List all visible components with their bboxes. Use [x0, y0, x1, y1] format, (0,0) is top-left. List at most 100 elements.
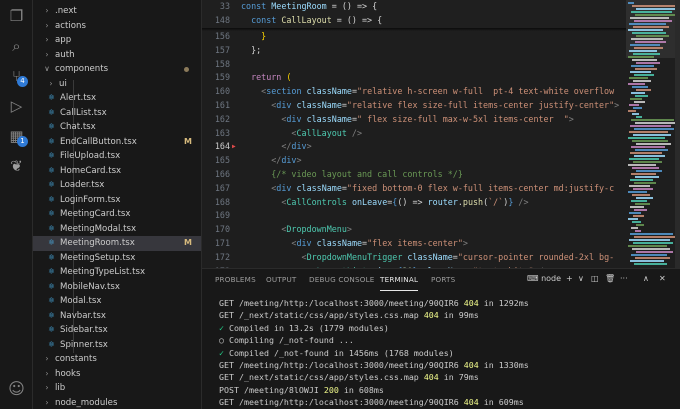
file-spinner[interactable]: ⚛ Spinner.tsx — [33, 338, 201, 353]
search-icon-glyph: ⌕ — [12, 36, 21, 55]
folder-auth[interactable]: › auth — [33, 48, 201, 63]
folder-components[interactable]: ∨ components — [33, 62, 201, 77]
folder-lib[interactable]: › lib — [33, 381, 201, 396]
minimap[interactable] — [626, 0, 680, 268]
source-control-icon[interactable]: ⑂ 4 — [5, 64, 28, 87]
code-token: > — [346, 224, 352, 235]
search-icon[interactable]: ⌕ — [5, 34, 28, 57]
tree-item-label: MeetingSetup.tsx — [60, 252, 136, 263]
tab-ports[interactable]: PORTS — [431, 269, 455, 291]
code-line[interactable]: 33 const MeetingRoom = () => { — [202, 0, 680, 14]
react-file-icon: ⚛ — [47, 238, 56, 247]
line-number: 161 — [214, 100, 230, 110]
file-meetingcard[interactable]: ⚛ MeetingCard.tsx — [33, 207, 201, 222]
file-alert[interactable]: ⚛ Alert.tsx — [33, 91, 201, 106]
code-line[interactable]: 163 <CallLayout /> — [202, 127, 680, 141]
code-line[interactable]: 162 <div className=" flex size-full max-… — [202, 113, 680, 127]
kill-terminal-button[interactable]: 🗑 — [605, 274, 615, 286]
file-navbar[interactable]: ⚛ Navbar.tsx — [33, 309, 201, 324]
code-line[interactable]: 164 </div> ▶ — [202, 140, 680, 154]
code-line[interactable]: 159 return ( — [202, 71, 680, 85]
code-line[interactable]: 169 — [202, 209, 680, 223]
minimap-line — [629, 131, 668, 133]
code-line[interactable]: 167 <div className="fixed bottom-0 flex … — [202, 182, 680, 196]
folder-actions[interactable]: › actions — [33, 19, 201, 34]
folder-hooks[interactable]: › hooks — [33, 367, 201, 382]
code-line[interactable]: 157 }; — [202, 44, 680, 58]
files-icon[interactable]: ❐ — [5, 4, 28, 27]
tree-item-label: Sidebar.tsx — [60, 325, 108, 335]
terminal-instance-select[interactable]: ⌨ node — [527, 274, 561, 286]
code-text: </div> — [241, 140, 311, 154]
file-mobilenav[interactable]: ⚛ MobileNav.tsx — [33, 280, 201, 295]
folder-constants[interactable]: › constants — [33, 352, 201, 367]
code-token: "relative flex size-full items-center ju… — [346, 100, 615, 110]
folder-app[interactable]: › app — [33, 33, 201, 48]
react-file-icon: ⚛ — [47, 194, 56, 204]
code-line[interactable]: 166 {/* video layout and call controls *… — [202, 168, 680, 182]
code-line[interactable]: 165 </div> — [202, 154, 680, 168]
file-loader[interactable]: ⚛ Loader.tsx — [33, 178, 201, 193]
file-meetingroom[interactable]: ⚛ MeetingRoom.tsx M — [33, 236, 201, 251]
account-icon[interactable]: ☺ — [5, 377, 28, 400]
minimap-line — [630, 71, 651, 73]
file-endcallbutton[interactable]: ⚛ EndCallButton.tsx M — [33, 135, 201, 150]
file-modal[interactable]: ⚛ Modal.tsx — [33, 294, 201, 309]
file-chat[interactable]: ⚛ Chat.tsx — [33, 120, 201, 135]
code-token: < — [241, 224, 287, 235]
close-panel-button[interactable]: ✕ — [659, 274, 666, 286]
line-number: 167 — [214, 182, 230, 193]
code-editor[interactable]: 33 const MeetingRoom = () => {148 const C… — [202, 0, 680, 268]
file-sidebar[interactable]: ⚛ Sidebar.tsx — [33, 323, 201, 338]
tab-debug-console[interactable]: DEBUG CONSOLE — [309, 269, 375, 291]
folder-next[interactable]: › .next — [33, 4, 201, 19]
folder-node-modules[interactable]: › node_modules — [33, 396, 201, 409]
mongodb-leaf-icon[interactable]: ❦ — [5, 154, 28, 177]
code-token: className — [301, 86, 352, 97]
run-debug-icon[interactable]: ▷ — [5, 94, 28, 117]
new-terminal-button[interactable]: + — [566, 274, 573, 286]
tab-problems[interactable]: PROBLEMS — [215, 269, 256, 291]
chevron-right-icon: › — [49, 78, 53, 88]
tree-item-label: MeetingModal.tsx — [60, 223, 137, 234]
code-line[interactable]: 160 <section className="relative h-scree… — [202, 85, 680, 99]
file-meetingsetup[interactable]: ⚛ MeetingSetup.tsx — [33, 251, 201, 266]
code-text: <section className="relative h-screen w-… — [241, 85, 614, 99]
code-line[interactable]: 148 const CallLayout = () => { — [202, 13, 680, 28]
file-fileupload[interactable]: ⚛ FileUpload.tsx — [33, 149, 201, 164]
file-calllist[interactable]: ⚛ CallList.tsx — [33, 106, 201, 121]
line-number: 159 — [214, 72, 230, 83]
editor-scrollbar[interactable] — [675, 0, 680, 268]
file-meetingmodal[interactable]: ⚛ MeetingModal.tsx — [33, 222, 201, 237]
tree-item-label: constants — [55, 354, 97, 364]
code-token: const — [241, 14, 282, 25]
code-line[interactable]: 172 <DropdownMenuTrigger className="curs… — [202, 251, 680, 265]
code-text: <DropdownMenu> — [241, 223, 352, 237]
minimap-line — [635, 230, 641, 232]
terminal-text: GET /meeting/http:/localhost:3000/meetin… — [219, 359, 464, 370]
code-line[interactable]: 168 <CallControls onLeave={() => router.… — [202, 196, 680, 210]
extensions-icon[interactable]: ▦ 1 — [5, 124, 28, 147]
code-line[interactable]: 156 } — [202, 30, 680, 44]
folder-ui[interactable]: › ui — [33, 77, 201, 92]
minimap-line — [634, 209, 647, 211]
code-line[interactable]: 171 <div className="flex items-center"> — [202, 237, 680, 251]
tab-output[interactable]: OUTPUT — [266, 269, 297, 291]
file-homecard[interactable]: ⚛ HomeCard.tsx — [33, 164, 201, 179]
split-terminal-button[interactable]: ◫ — [591, 274, 599, 286]
minimap-line — [631, 92, 645, 94]
terminal-text: GET /meeting/http:/localhost:3000/meetin… — [219, 397, 464, 408]
terminal-dropdown-button[interactable]: ∨ — [578, 274, 584, 286]
terminal-text: Compiled in 13.2s (1779 modules) — [224, 322, 389, 333]
file-meetingtypelist[interactable]: ⚛ MeetingTypeList.tsx — [33, 265, 201, 280]
code-line[interactable]: 170 <DropdownMenu> — [202, 223, 680, 237]
code-line[interactable]: 158 — [202, 58, 680, 72]
code-text: </div> — [241, 154, 301, 168]
more-actions-button[interactable]: ··· — [620, 274, 628, 286]
terminal-output[interactable]: GET /meeting/http:/localhost:3000/meetin… — [219, 297, 529, 409]
tab-terminal[interactable]: TERMINAL — [380, 269, 419, 291]
minimap-line — [631, 119, 674, 121]
maximize-panel-button[interactable]: ∧ — [643, 274, 649, 286]
code-line[interactable]: 161 <div className="relative flex size-f… — [202, 99, 680, 113]
file-loginform[interactable]: ⚛ LoginForm.tsx — [33, 193, 201, 208]
